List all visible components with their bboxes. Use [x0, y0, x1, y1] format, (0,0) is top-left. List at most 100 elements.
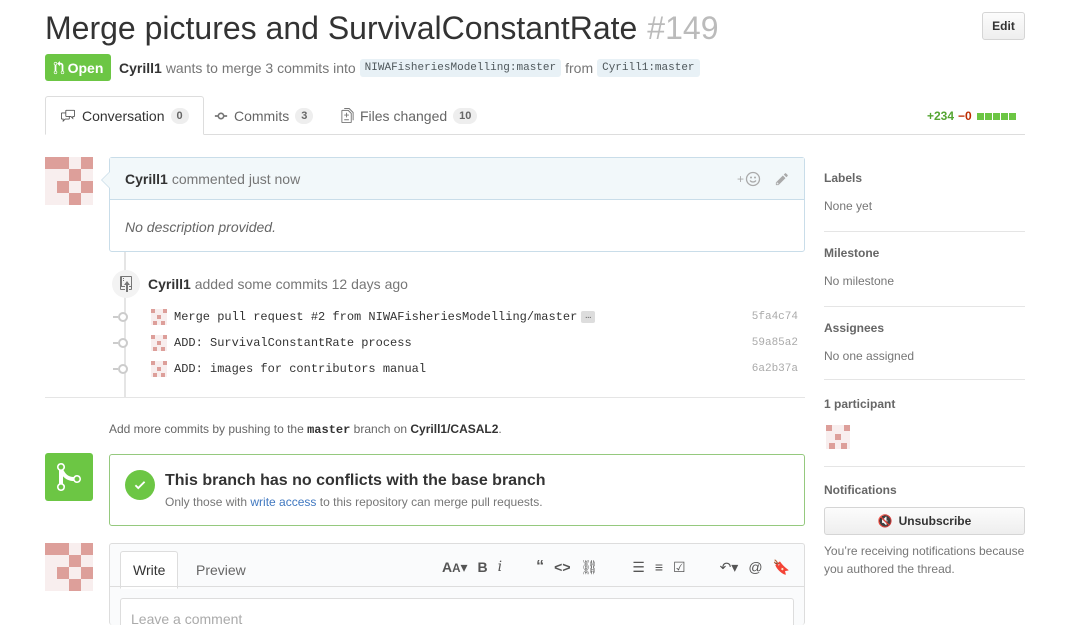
file-diff-icon: [341, 108, 354, 123]
merge-sub-suffix: to this repository can merge pull reques…: [319, 495, 543, 509]
check-icon: [125, 470, 155, 500]
comment-composer: Write Preview AA▾ B i “ <> ⛓ ☰ ≡ ☑ ↶▾ @ …: [109, 543, 805, 625]
diffstat-blocks: [976, 109, 1016, 123]
commit-dot: [113, 312, 128, 322]
commit-sha[interactable]: 59a85a2: [752, 337, 798, 349]
diffstat[interactable]: +234 −0: [927, 109, 1016, 123]
participant-avatar[interactable]: [826, 425, 850, 449]
commit-message[interactable]: Merge pull request #2 from NIWAFisheries…: [174, 310, 577, 324]
push-author[interactable]: Cyrill1: [148, 276, 191, 292]
commit-dot: [113, 338, 128, 348]
tab-counter: 0: [170, 107, 189, 124]
unsubscribe-label: Unsubscribe: [898, 514, 972, 528]
push-event-text: added some commits 12 days ago: [194, 276, 408, 292]
milestone-heading: Milestone: [824, 246, 880, 260]
numbered-list-icon[interactable]: ≡: [655, 559, 663, 575]
labels-heading: Labels: [824, 171, 863, 185]
add-reaction-icon[interactable]: +: [737, 171, 761, 187]
markdown-toolbar: AA▾ B i “ <> ⛓ ☰ ≡ ☑ ↶▾ @ 🔖: [442, 558, 790, 576]
git-merge-icon: [45, 453, 93, 501]
commit-avatar[interactable]: [151, 361, 167, 377]
merge-status-title: This branch has no conflicts with the ba…: [165, 472, 546, 489]
sidebar-milestone[interactable]: Milestone No milestone: [824, 232, 1025, 307]
head-ref[interactable]: Cyrill1:master: [597, 59, 700, 77]
notifications-heading: Notifications: [824, 483, 897, 497]
commit-icon: [214, 112, 228, 119]
comment-box: Cyrill1 commented just now + No descript…: [109, 157, 805, 252]
status-badge: Open: [45, 54, 111, 81]
tab-counter: 10: [453, 107, 478, 124]
commit-sha[interactable]: 6a2b37a: [752, 363, 798, 375]
comment-textarea[interactable]: Leave a comment: [120, 598, 794, 625]
bulleted-list-icon[interactable]: ☰: [632, 559, 645, 576]
commit-dot: [113, 364, 128, 374]
push-hint: Add more commits by pushing to the maste…: [109, 422, 502, 437]
commit-avatar[interactable]: [151, 309, 167, 325]
commit-avatar[interactable]: [151, 335, 167, 351]
labels-value: None yet: [824, 199, 873, 213]
sidebar-assignees[interactable]: Assignees No one assigned: [824, 307, 1025, 380]
edit-button[interactable]: Edit: [982, 12, 1025, 40]
italic-icon[interactable]: i: [498, 559, 502, 575]
repo-push-icon: [112, 270, 140, 298]
comment-discussion-icon: [61, 109, 75, 122]
pr-title-text: Merge pictures and SurvivalConstantRate: [45, 10, 638, 46]
comment-author[interactable]: Cyrill1: [125, 171, 168, 187]
comment-action: commented just now: [171, 170, 301, 187]
hint-middle: branch on: [353, 422, 408, 436]
meta-text: wants to merge 3 commits into: [165, 60, 356, 76]
bookmark-icon[interactable]: 🔖: [773, 559, 790, 576]
pr-title: Merge pictures and SurvivalConstantRate #…: [45, 8, 718, 48]
comment-body: No description provided.: [125, 219, 276, 235]
sidebar-participants: 1 participant: [824, 380, 1025, 467]
tab-label: Commits: [234, 107, 290, 124]
merge-sub-prefix: Only those with: [165, 495, 248, 509]
assignees-heading: Assignees: [824, 321, 885, 335]
pull-request-icon: [53, 60, 64, 74]
avatar[interactable]: [45, 543, 93, 591]
commit-message[interactable]: ADD: SurvivalConstantRate process: [174, 336, 412, 350]
quote-icon[interactable]: “: [536, 558, 544, 576]
merge-status-subtitle: Only those with write access to this rep…: [165, 495, 543, 509]
tab-write[interactable]: Write: [120, 551, 179, 589]
tab-conversation[interactable]: Conversation 0: [45, 96, 204, 135]
pencil-icon[interactable]: [775, 172, 789, 186]
sidebar-labels[interactable]: Labels None yet: [824, 157, 1025, 232]
status-badge-label: Open: [67, 59, 104, 76]
hint-repo[interactable]: Cyrill1/CASAL2: [410, 422, 498, 436]
text-size-icon[interactable]: AA▾: [442, 559, 468, 576]
commit-row: ADD: SurvivalConstantRate process 59a85a…: [113, 333, 798, 353]
pr-meta: Cyrill1 wants to merge 3 commits into NI…: [119, 59, 700, 77]
tab-commits[interactable]: Commits 3: [200, 96, 327, 135]
unsubscribe-button[interactable]: 🔇 Unsubscribe: [824, 507, 1025, 535]
write-access-link[interactable]: write access: [250, 495, 316, 509]
avatar[interactable]: [45, 157, 93, 205]
link-icon[interactable]: ⛓: [581, 559, 599, 576]
deletions-count: −0: [958, 109, 972, 123]
from-text: from: [565, 60, 594, 76]
participants-heading: 1 participant: [824, 397, 896, 411]
notification-reason: You’re receiving notifications because y…: [824, 544, 1025, 576]
tab-preview[interactable]: Preview: [184, 551, 258, 589]
bold-icon[interactable]: B: [478, 559, 488, 575]
author-link[interactable]: Cyrill1: [119, 60, 162, 76]
base-ref[interactable]: NIWAFisheriesModelling:master: [359, 59, 562, 77]
commit-expand-button[interactable]: …: [581, 311, 596, 323]
commit-message[interactable]: ADD: images for contributors manual: [174, 362, 426, 376]
timeline-separator: [45, 397, 805, 398]
mention-icon[interactable]: @: [748, 559, 762, 575]
code-icon[interactable]: <>: [554, 559, 570, 575]
merge-status-box: This branch has no conflicts with the ba…: [109, 454, 805, 526]
tab-label: Files changed: [360, 107, 448, 124]
commit-row: ADD: images for contributors manual 6a2b…: [113, 359, 798, 379]
pr-number: #149: [647, 10, 719, 46]
mute-icon: 🔇: [877, 514, 893, 528]
tab-files-changed[interactable]: Files changed 10: [327, 96, 491, 135]
push-event: Cyrill1 added some commits 12 days ago: [148, 276, 408, 292]
assignees-value: No one assigned: [824, 349, 915, 363]
reply-icon[interactable]: ↶▾: [720, 559, 739, 576]
composer-tabs-border: [109, 586, 805, 587]
task-list-icon[interactable]: ☑: [673, 559, 686, 576]
hint-suffix: .: [498, 422, 502, 436]
commit-sha[interactable]: 5fa4c74: [752, 311, 798, 323]
